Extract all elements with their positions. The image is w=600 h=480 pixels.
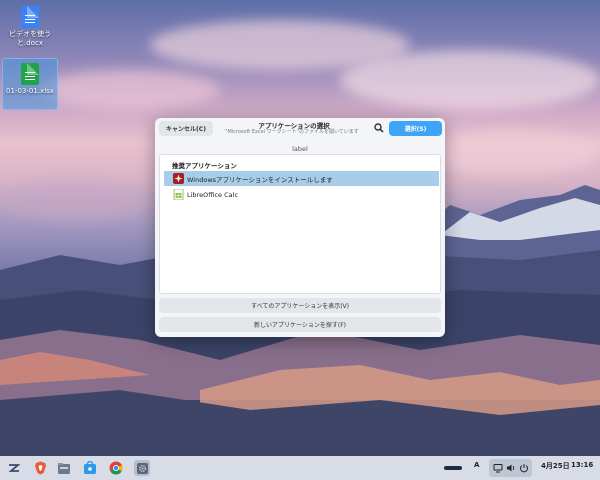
- dialog-subtitle: "Microsoft Excel ワークシート"のファイルを開いています: [225, 129, 359, 135]
- dialog-header: キャンセル(C) アプリケーションの選択 "Microsoft Excel ワー…: [155, 118, 445, 140]
- display-icon: [493, 464, 503, 473]
- spreadsheet-icon: [21, 63, 39, 85]
- volume-icon: [507, 464, 515, 472]
- wine-icon: [173, 173, 184, 184]
- word-document-icon: [21, 6, 39, 28]
- desktop-file-docx[interactable]: ビデオを使うと.docx: [2, 2, 58, 48]
- system-status-group[interactable]: [489, 459, 532, 477]
- desktop-file-label: 01-03-01.xlsx: [6, 87, 54, 95]
- chrome-launcher[interactable]: [108, 460, 124, 476]
- select-button[interactable]: 選択(S): [389, 121, 442, 136]
- files-icon: [58, 462, 70, 474]
- desktop-file-xlsx[interactable]: 01-03-01.xlsx: [2, 58, 58, 110]
- desktop-file-label: ビデオを使うと.docx: [9, 30, 51, 47]
- zorin-menu-icon: [8, 464, 21, 472]
- chrome-icon: [109, 461, 123, 475]
- power-icon: [520, 464, 528, 473]
- show-all-apps-button[interactable]: すべてのアプリケーションを表示(V): [159, 298, 441, 313]
- libreoffice-calc-icon: [173, 189, 184, 200]
- cancel-button[interactable]: キャンセル(C): [159, 121, 213, 136]
- settings-launcher[interactable]: [134, 460, 150, 476]
- clock-time[interactable]: 13:16: [571, 461, 593, 469]
- app-item-wine[interactable]: Windowsアプリケーションをインストールします: [164, 171, 439, 186]
- app-list: 推奨アプリケーション Windowsアプリケーションをインストールします Lib…: [159, 154, 441, 294]
- search-icon[interactable]: [373, 122, 385, 134]
- settings-icon: [136, 462, 148, 474]
- brave-launcher[interactable]: [32, 460, 48, 476]
- app-item-label: Windowsアプリケーションをインストールします: [187, 175, 333, 184]
- taskbar: A 4月25日 13:16: [0, 456, 600, 480]
- brave-icon: [34, 461, 46, 475]
- zorin-menu-button[interactable]: [6, 460, 22, 476]
- find-new-apps-button[interactable]: 新しいアプリケーションを探す(F): [159, 317, 441, 332]
- input-method-indicator[interactable]: A: [474, 461, 479, 469]
- clock-date[interactable]: 4月25日: [541, 461, 570, 471]
- volume-slider-indicator[interactable]: [444, 466, 462, 470]
- files-launcher[interactable]: [56, 460, 72, 476]
- app-chooser-dialog: キャンセル(C) アプリケーションの選択 "Microsoft Excel ワー…: [155, 118, 445, 337]
- software-store-launcher[interactable]: [82, 460, 98, 476]
- app-item-label: LibreOffice Calc: [187, 190, 239, 199]
- software-store-icon: [84, 461, 96, 474]
- recommended-apps-heading: 推奨アプリケーション: [172, 162, 237, 170]
- dialog-label: label: [292, 145, 308, 153]
- app-item-libreoffice-calc[interactable]: LibreOffice Calc: [164, 187, 439, 202]
